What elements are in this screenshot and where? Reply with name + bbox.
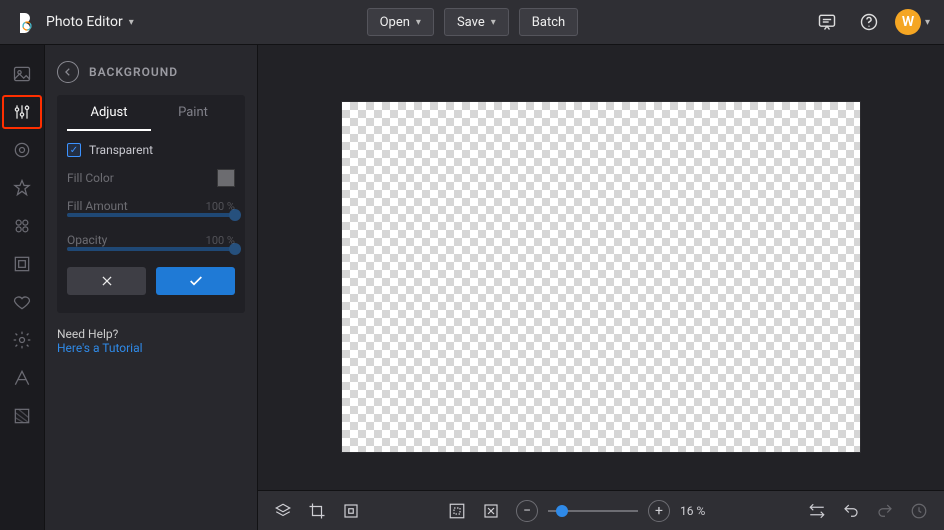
fullscreen-icon[interactable]: [482, 502, 500, 520]
rail-star-tool[interactable]: [2, 171, 42, 205]
fill-color-swatch[interactable]: [217, 169, 235, 187]
zoom-in-button[interactable]: +: [648, 500, 670, 522]
left-tool-rail: [0, 45, 45, 530]
compare-icon[interactable]: [808, 502, 826, 520]
grid-icon[interactable]: [342, 502, 360, 520]
account-menu[interactable]: W ▾: [895, 9, 930, 35]
canvas-checkerboard: [341, 101, 861, 453]
back-button[interactable]: [57, 61, 79, 83]
transparent-label: Transparent: [89, 143, 153, 157]
cancel-button[interactable]: [67, 267, 146, 295]
fill-amount-label: Fill Amount: [67, 199, 128, 213]
zoom-slider[interactable]: [548, 510, 638, 512]
chevron-down-icon: ▾: [416, 17, 421, 28]
save-button[interactable]: Save ▾: [444, 8, 509, 36]
zoom-controls: − + 16 %: [516, 500, 720, 522]
zoom-out-button[interactable]: −: [516, 500, 538, 522]
app-title-label: Photo Editor: [46, 14, 123, 30]
help-tutorial-link[interactable]: Here's a Tutorial: [57, 341, 245, 355]
chevron-down-icon: ▾: [129, 17, 134, 28]
tab-adjust[interactable]: Adjust: [67, 95, 151, 131]
history-icon[interactable]: [910, 502, 928, 520]
rail-texture-tool[interactable]: [2, 399, 42, 433]
transparent-checkbox[interactable]: ✓: [67, 143, 81, 157]
help-icon[interactable]: [853, 6, 885, 38]
save-label: Save: [457, 15, 485, 30]
layers-icon[interactable]: [274, 502, 292, 520]
crop-icon[interactable]: [308, 502, 326, 520]
open-button[interactable]: Open ▾: [367, 8, 434, 36]
redo-icon[interactable]: [876, 502, 894, 520]
panel-tabs-container: Adjust Paint ✓ Transparent Fill Color Fi…: [57, 95, 245, 313]
top-toolbar: Photo Editor ▾ Open ▾ Save ▾ Batch W ▾: [0, 0, 944, 45]
opacity-label: Opacity: [67, 233, 107, 247]
help-label: Need Help?: [57, 327, 245, 341]
tab-paint[interactable]: Paint: [151, 95, 235, 131]
rail-gear-tool[interactable]: [2, 323, 42, 357]
undo-icon[interactable]: [842, 502, 860, 520]
rail-adjust-tool[interactable]: [2, 95, 42, 129]
fill-amount-slider[interactable]: [67, 213, 235, 217]
rail-exposure-tool[interactable]: [2, 133, 42, 167]
app-logo-icon: [14, 11, 36, 33]
app-title-dropdown[interactable]: Photo Editor ▾: [46, 14, 134, 30]
rail-image-tool[interactable]: [2, 57, 42, 91]
chevron-down-icon: ▾: [925, 17, 930, 28]
opacity-slider[interactable]: [67, 247, 235, 251]
feedback-icon[interactable]: [811, 6, 843, 38]
bottom-toolbar: − + 16 %: [258, 490, 944, 530]
rail-frame-tool[interactable]: [2, 247, 42, 281]
rail-heart-tool[interactable]: [2, 285, 42, 319]
zoom-value: 16 %: [680, 504, 720, 518]
canvas-stage[interactable]: [258, 45, 944, 490]
side-panel: BACKGROUND Adjust Paint ✓ Transparent Fi…: [45, 45, 258, 530]
chevron-down-icon: ▾: [491, 17, 496, 28]
batch-label: Batch: [532, 15, 565, 30]
fit-screen-icon[interactable]: [448, 502, 466, 520]
open-label: Open: [380, 15, 410, 30]
rail-shapes-tool[interactable]: [2, 209, 42, 243]
batch-button[interactable]: Batch: [519, 8, 578, 36]
apply-button[interactable]: [156, 267, 235, 295]
rail-text-tool[interactable]: [2, 361, 42, 395]
avatar: W: [895, 9, 921, 35]
panel-title: BACKGROUND: [89, 65, 178, 79]
fill-color-label: Fill Color: [67, 171, 114, 185]
